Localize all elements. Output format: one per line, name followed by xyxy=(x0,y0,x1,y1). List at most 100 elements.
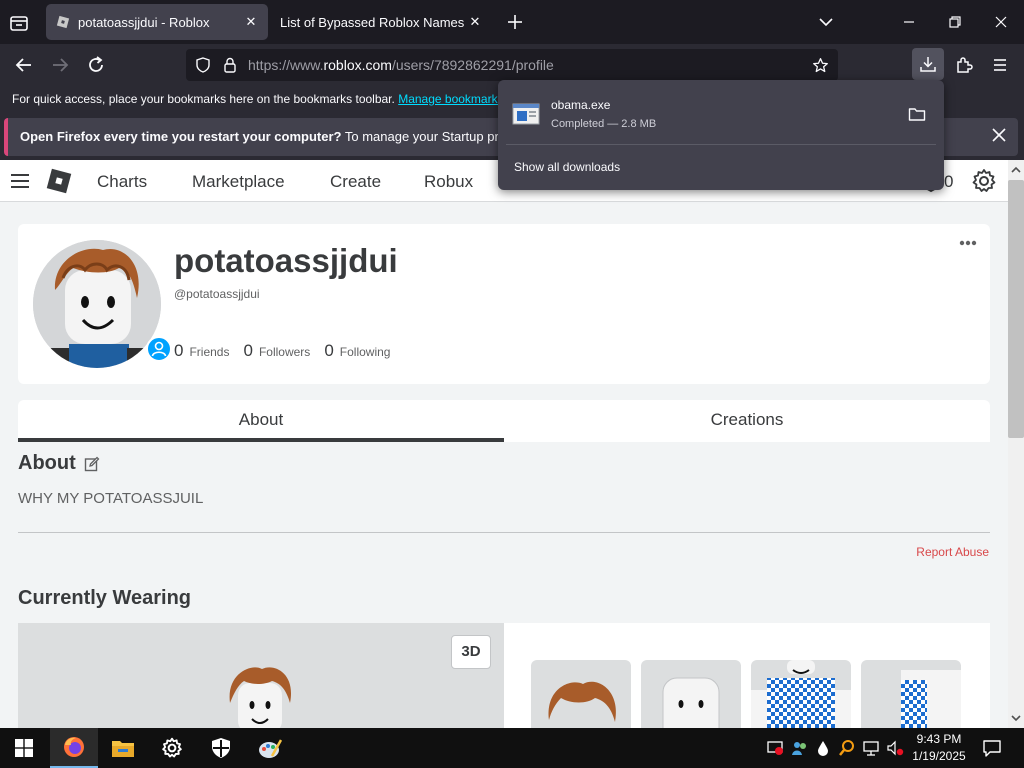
tray-search-icon[interactable] xyxy=(838,739,856,757)
tab-title: potatoassjjdui - Roblox xyxy=(78,14,210,30)
tracking-protection-shield-icon[interactable] xyxy=(195,57,211,73)
show-all-downloads-link[interactable]: Show all downloads xyxy=(514,160,620,174)
app-menu-icon[interactable] xyxy=(988,53,1012,77)
toggle-3d-button[interactable]: 3D xyxy=(451,635,491,669)
more-options-icon[interactable] xyxy=(958,238,978,248)
about-description: WHY MY POTATOASSJUIL xyxy=(18,490,204,507)
notification-title: Open Firefox every time you restart your… xyxy=(20,129,342,144)
nav-charts[interactable]: Charts xyxy=(97,172,147,192)
profile-username: @potatoassjjdui xyxy=(174,287,260,301)
new-tab-icon[interactable] xyxy=(503,10,527,34)
tray-volume-muted-icon[interactable] xyxy=(886,739,904,757)
roblox-logo-icon[interactable] xyxy=(45,167,73,195)
taskbar-security[interactable] xyxy=(197,728,245,768)
presence-badge xyxy=(146,336,172,362)
tray-droplet-icon[interactable] xyxy=(814,739,832,757)
avatar[interactable] xyxy=(33,240,161,368)
wearing-items-list xyxy=(504,623,990,728)
robux-count: 0 xyxy=(944,172,954,191)
download-file-name[interactable]: obama.exe xyxy=(551,98,610,112)
wearing-item-shirt[interactable] xyxy=(751,660,851,728)
avatar-3d-viewer[interactable]: 3D xyxy=(18,623,504,728)
currently-wearing-heading: Currently Wearing xyxy=(18,587,191,609)
clock-time: 9:43 PM xyxy=(916,732,962,746)
tray-people-icon[interactable] xyxy=(791,739,809,757)
followers-stat[interactable]: 0 Followers xyxy=(243,341,310,361)
hair-item-image xyxy=(548,681,616,722)
scroll-up-icon[interactable] xyxy=(1008,162,1024,178)
web-content: Charts Marketplace Create Robux 0 potato… xyxy=(0,160,1008,728)
edit-icon[interactable] xyxy=(84,456,100,472)
friends-stat[interactable]: 0 Friends xyxy=(174,341,229,361)
tab-close-icon[interactable]: ✕ xyxy=(242,13,260,31)
bookmark-star-icon[interactable] xyxy=(812,57,829,74)
taskbar-firefox[interactable] xyxy=(50,728,98,768)
about-heading: About xyxy=(18,452,76,474)
clock-date: 1/19/2025 xyxy=(912,749,966,763)
wearing-item-hair[interactable] xyxy=(531,660,631,728)
nav-marketplace[interactable]: Marketplace xyxy=(192,172,285,192)
download-icon xyxy=(920,57,936,72)
manage-bookmarks-link[interactable]: Manage bookmarks xyxy=(398,92,503,106)
taskbar: 9:43 PM 1/19/2025 xyxy=(0,728,1024,768)
nav-robux[interactable]: Robux xyxy=(424,172,473,192)
tab-bypassed-names[interactable]: List of Bypassed Roblox Names ✕ xyxy=(270,4,492,40)
minimize-icon[interactable] xyxy=(897,10,921,34)
system-clock[interactable]: 9:43 PM 1/19/2025 xyxy=(906,731,972,765)
wearing-item-pants[interactable] xyxy=(861,660,961,728)
user-icon xyxy=(151,341,167,357)
taskbar-file-explorer[interactable] xyxy=(99,728,147,768)
bookmarks-hint: For quick access, place your bookmarks h… xyxy=(12,92,395,106)
profile-display-name: potatoassjjdui xyxy=(174,242,398,279)
scroll-down-icon[interactable] xyxy=(1008,710,1024,726)
profile-tabs: About Creations xyxy=(18,400,990,442)
firefox-icon xyxy=(64,737,84,757)
download-status: Completed — 2.8 MB xyxy=(551,118,657,130)
tray-network-icon[interactable] xyxy=(862,739,880,757)
windows-logo-icon xyxy=(15,739,33,757)
back-icon[interactable] xyxy=(12,53,36,77)
exe-file-icon xyxy=(512,103,540,125)
taskbar-settings[interactable] xyxy=(148,728,196,768)
extensions-icon[interactable] xyxy=(952,53,976,77)
close-notification-icon[interactable] xyxy=(990,126,1008,144)
settings-icon xyxy=(162,737,182,758)
file-explorer-icon xyxy=(112,741,134,757)
following-stat[interactable]: 0 Following xyxy=(324,341,390,361)
downloads-button[interactable] xyxy=(912,48,944,80)
panel-separator xyxy=(506,144,936,145)
head-item-image xyxy=(662,677,720,728)
nav-create[interactable]: Create xyxy=(330,172,381,192)
restore-icon[interactable] xyxy=(943,10,967,34)
tab-close-icon[interactable]: ✕ xyxy=(466,13,484,31)
windows-security-icon xyxy=(212,738,230,758)
start-button[interactable] xyxy=(0,728,48,768)
taskbar-paint[interactable] xyxy=(246,728,294,768)
downloads-panel: obama.exe Completed — 2.8 MB Show all do… xyxy=(498,80,944,190)
report-abuse-link[interactable]: Report Abuse xyxy=(916,545,989,559)
tray-monitor-alert-icon[interactable] xyxy=(766,739,784,757)
wearing-item-head[interactable] xyxy=(641,660,741,728)
hamburger-menu-icon[interactable] xyxy=(10,172,30,190)
address-bar[interactable]: https://www.roblox.com/users/7892862291/… xyxy=(186,49,838,81)
close-window-icon[interactable] xyxy=(989,10,1013,34)
action-center-icon[interactable] xyxy=(982,738,1002,758)
tab-title: List of Bypassed Roblox Names xyxy=(280,14,465,30)
list-all-tabs-icon[interactable] xyxy=(8,12,30,34)
tab-creations[interactable]: Creations xyxy=(504,400,990,442)
shirt-item-image xyxy=(751,660,851,728)
folder-icon[interactable] xyxy=(908,106,926,122)
scrollbar-thumb[interactable] xyxy=(1008,180,1024,438)
reload-icon[interactable] xyxy=(84,53,108,77)
tab-about[interactable]: About xyxy=(18,400,504,442)
tab-roblox-profile[interactable]: potatoassjjdui - Roblox ✕ xyxy=(46,4,268,40)
pants-item-image xyxy=(901,670,961,728)
lock-icon[interactable] xyxy=(223,57,237,73)
profile-header-card: potatoassjjdui @potatoassjjdui 0 Friends … xyxy=(18,224,990,384)
profile-stats: 0 Friends 0 Followers 0 Following xyxy=(174,341,390,361)
chevron-down-icon[interactable] xyxy=(814,10,838,34)
settings-gear-icon[interactable] xyxy=(971,168,997,194)
roblox-favicon-icon xyxy=(56,15,70,29)
forward-icon[interactable] xyxy=(48,53,72,77)
avatar-headshot-image xyxy=(33,240,161,368)
